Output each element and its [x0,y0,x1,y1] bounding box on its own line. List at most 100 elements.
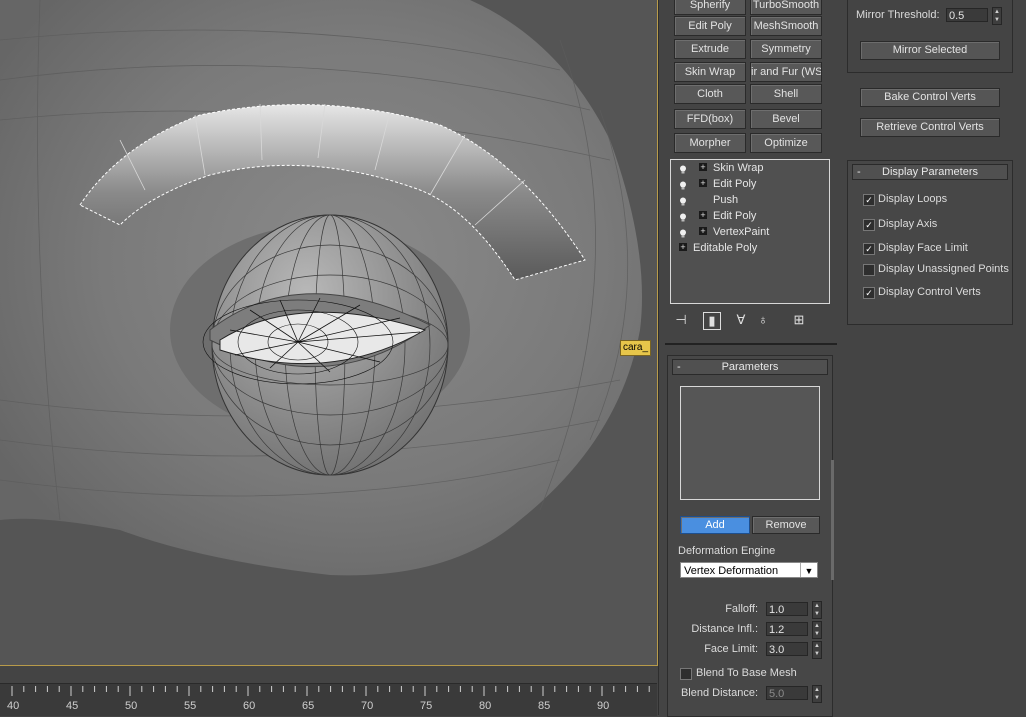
collapse-icon: - [857,166,861,178]
mirror-threshold-input[interactable]: 0.5 [946,8,988,22]
modifier-button-extrude[interactable]: Extrude [674,39,746,59]
blend-distance-spinner[interactable]: ▲ ▼ [812,685,822,703]
modifier-button-ffd-box[interactable]: FFD(box) [674,109,746,129]
checkbox[interactable]: ✓ [863,194,875,206]
modifier-button-meshsmooth[interactable]: MeshSmooth [750,16,822,36]
stack-item[interactable]: + Edit Poly [671,176,829,192]
stack-item-label: Edit Poly [713,210,757,222]
lightbulb-icon[interactable] [679,179,687,190]
divider [665,343,837,345]
expand-icon[interactable]: + [679,243,687,252]
ruler-tick-label: 90 [597,700,610,712]
distance-infl-label: Distance Infl.: [691,623,758,635]
display-option-label: Display Face Limit [878,242,968,254]
checkbox[interactable] [863,264,875,276]
mirror-threshold-label: Mirror Threshold: [856,9,940,21]
stack-item-label: Skin Wrap [713,162,764,174]
remove-modifier-icon[interactable]: ♁ [755,312,771,328]
distance-infl-input[interactable]: 1.2 [766,622,808,636]
lightbulb-icon[interactable] [679,211,687,222]
mirror-group: Mirror Threshold: 0.5 ▲ ▼ Mirror Selected [847,0,1013,73]
distance-infl-spinner[interactable]: ▲ ▼ [812,621,822,639]
ruler-tick-label: 50 [125,700,138,712]
blend-to-base-label: Blend To Base Mesh [696,667,797,679]
ruler-ticks [11,686,650,696]
remove-button[interactable]: Remove [752,516,820,534]
modifier-button-spherify[interactable]: Spherify [674,0,746,15]
bake-control-verts-button[interactable]: Bake Control Verts [860,88,1000,107]
checkbox[interactable]: ✓ [863,243,875,255]
ruler-tick-label: 60 [243,700,256,712]
target-mesh-list[interactable] [680,386,820,500]
blend-distance-input[interactable]: 5.0 [766,686,808,700]
face-limit-spinner[interactable]: ▲ ▼ [812,641,822,659]
deformation-engine-dropdown[interactable]: Vertex Deformation ▼ [680,562,818,578]
panel-scrollbar[interactable] [831,460,834,580]
modifier-stack[interactable]: + Skin Wrap + Edit Poly Push + Edit Poly + Verte… [670,159,830,304]
stack-item-label: Editable Poly [693,242,758,254]
face-limit-input[interactable]: 3.0 [766,642,808,656]
lightbulb-icon[interactable] [679,163,687,174]
modifier-button-shell[interactable]: Shell [750,84,822,104]
stack-item[interactable]: + Skin Wrap [671,160,829,176]
ruler-tick-label: 85 [538,700,551,712]
pin-stack-icon[interactable]: ⊣ [673,312,689,328]
stack-item[interactable]: + Edit Poly [671,208,829,224]
parameters-header[interactable]: - Parameters [672,359,828,375]
face-limit-label: Face Limit: [704,643,758,655]
falloff-label: Falloff: [725,603,758,615]
display-parameters-title: Display Parameters [882,166,978,178]
chevron-down-icon: ▼ [800,563,817,577]
retrieve-control-verts-button[interactable]: Retrieve Control Verts [860,118,1000,137]
mirror-threshold-spinner[interactable]: ▲ ▼ [992,7,1002,25]
stack-item[interactable]: Push [671,192,829,208]
ruler-tick-label: 70 [361,700,374,712]
object-name-tag[interactable]: cara_ [620,340,652,356]
lightbulb-icon[interactable] [679,195,687,206]
modifier-button-cloth[interactable]: Cloth [674,84,746,104]
ruler-tick-label: 45 [66,700,79,712]
expand-icon[interactable]: + [699,227,707,236]
display-option-label: Display Control Verts [878,286,981,298]
modifier-button-turbosmooth[interactable]: TurboSmooth [750,0,822,15]
expand-icon[interactable]: + [699,211,707,220]
parameters-title: Parameters [721,361,779,373]
display-parameters-header[interactable]: - Display Parameters [852,164,1008,180]
stack-item[interactable]: + VertexPaint [671,224,829,240]
ruler-tick-label: 55 [184,700,197,712]
stack-toolbar: ⊣ ▮ ∀ ♁ ⊞ [671,310,831,332]
modifier-button-symmetry[interactable]: Symmetry [750,39,822,59]
modifier-button-edit-poly[interactable]: Edit Poly [674,16,746,36]
modifier-button-optimize[interactable]: Optimize [750,133,822,153]
parameters-rollout: - Parameters Add Remove Deformation Engi… [667,355,833,717]
viewport[interactable]: cara_ [0,0,658,666]
display-option-label: Display Axis [878,218,938,230]
modifier-button-morpher[interactable]: Morpher [674,133,746,153]
mirror-selected-button[interactable]: Mirror Selected [860,41,1000,60]
expand-icon[interactable]: + [699,179,707,188]
deformation-engine-value: Vertex Deformation [684,565,779,577]
checkbox[interactable]: ✓ [863,219,875,231]
checkbox[interactable]: ✓ [863,287,875,299]
modifier-button-bevel[interactable]: Bevel [750,109,822,129]
modifier-button-skin-wrap[interactable]: Skin Wrap [674,62,746,82]
ruler-tick-label: 65 [302,700,315,712]
make-unique-icon[interactable]: ∀ [733,312,749,328]
lightbulb-icon[interactable] [679,227,687,238]
ruler-tick-label: 80 [479,700,492,712]
expand-icon[interactable]: + [699,163,707,172]
blend-to-base-checkbox[interactable] [680,668,692,680]
time-ruler[interactable]: 40 45 50 55 60 65 70 75 80 85 90 [0,683,657,716]
deformation-engine-label: Deformation Engine [678,545,776,557]
falloff-input[interactable]: 1.0 [766,602,808,616]
show-end-result-icon[interactable]: ▮ [703,312,721,330]
add-button[interactable]: Add [680,516,750,534]
stack-item[interactable]: + Editable Poly [671,240,829,256]
stack-item-label: Edit Poly [713,178,757,190]
mesh-render [0,0,642,576]
modifier-button-ir-and-fur-ws[interactable]: ir and Fur (WS [750,62,822,82]
configure-modifier-sets-icon[interactable]: ⊞ [791,312,807,328]
falloff-spinner[interactable]: ▲ ▼ [812,601,822,619]
modifier-panel: Spherify TurboSmooth Edit Poly MeshSmooth Ex… [658,0,841,717]
display-option-label: Display Loops [878,193,948,205]
